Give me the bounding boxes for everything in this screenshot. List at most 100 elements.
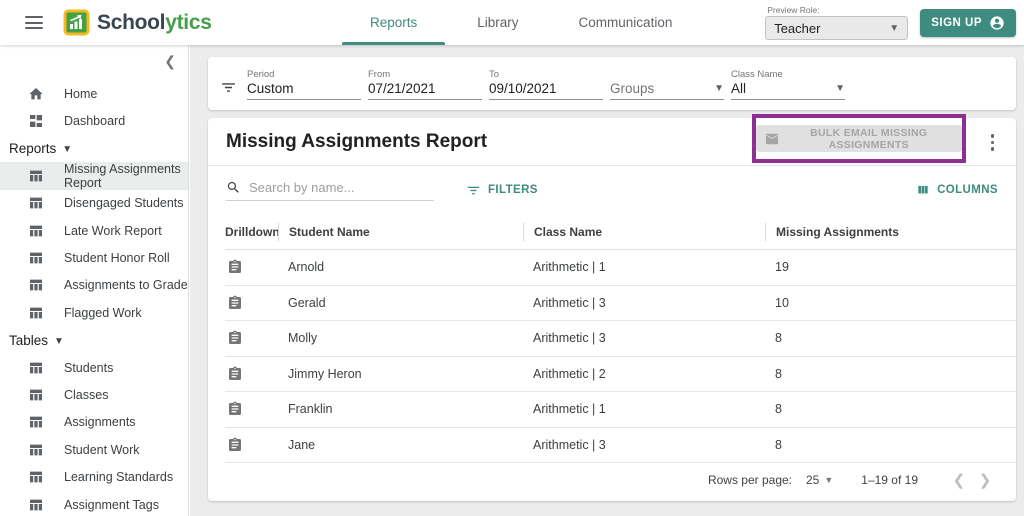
sidebar-section-reports[interactable]: Reports ▼ [0, 135, 188, 162]
assignment-icon [229, 259, 241, 274]
more-options-icon[interactable] [989, 132, 997, 153]
columns-icon [918, 185, 928, 194]
missing-count-cell: 8 [775, 331, 782, 346]
preview-role-label: Preview Role: [767, 5, 820, 15]
from-value: 07/21/2021 [368, 81, 436, 96]
missing-count-cell: 8 [775, 366, 782, 381]
sidebar-item-label: Missing Assignments Report [64, 161, 181, 190]
drilldown-cell[interactable] [225, 330, 278, 346]
sidebar-section-tables[interactable]: Tables ▼ [0, 327, 188, 354]
to-label: To [489, 69, 500, 80]
top-header: Schoolytics Reports Library Communicatio… [0, 0, 1024, 45]
main-nav: Reports Library Communication [340, 0, 702, 45]
preview-role-select[interactable]: Teacher ▼ [765, 16, 909, 40]
rows-per-page-value: 25 [806, 472, 820, 487]
sidebar-item-label: Dashboard [64, 114, 126, 129]
next-page-icon[interactable]: ❯ [972, 471, 998, 489]
tab-library[interactable]: Library [447, 0, 548, 45]
student-name-cell: Jimmy Heron [288, 366, 362, 381]
student-name-cell: Gerald [288, 295, 326, 310]
sidebar-item-learning-standards[interactable]: Learning Standards [0, 463, 188, 490]
table-icon [30, 307, 42, 319]
period-field[interactable]: Period Custom [247, 67, 361, 100]
app-root: Schoolytics Reports Library Communicatio… [0, 0, 1024, 516]
search-input[interactable] [249, 179, 419, 195]
drilldown-cell[interactable] [225, 366, 278, 382]
report-card: Missing Assignments Report BULK EMAIL MI… [208, 114, 1016, 501]
drilldown-cell[interactable] [225, 437, 278, 453]
columns-button[interactable]: COLUMNS [916, 183, 998, 197]
sidebar-item-disengaged-students[interactable]: Disengaged Students [0, 190, 188, 217]
bulk-email-button[interactable]: BULK EMAIL MISSING ASSIGNMENTS [756, 125, 962, 152]
period-label: Period [247, 69, 275, 80]
sidebar-item-flagged-work[interactable]: Flagged Work [0, 299, 188, 326]
student-name-cell: Franklin [288, 402, 333, 417]
sign-up-button[interactable]: SIGN UP [920, 9, 1016, 37]
sign-up-label: SIGN UP [931, 17, 982, 29]
table-row: Arnold Arithmetic | 1 19 [225, 250, 1016, 286]
caret-down-icon: ▼ [54, 335, 64, 347]
table-icon [30, 197, 42, 209]
class-name-cell: Arithmetic | 2 [533, 366, 606, 381]
sidebar-item-assignments-to-grade[interactable]: Assignments to Grade [0, 272, 188, 299]
student-name-cell: Jane [288, 437, 316, 452]
preview-role-group: Preview Role: Teacher ▼ [765, 5, 909, 40]
table-icon [30, 362, 42, 373]
annotation-highlight-box: BULK EMAIL MISSING ASSIGNMENTS [752, 114, 966, 163]
class-name-label: Class Name [731, 69, 783, 80]
sidebar-item-label: Flagged Work [64, 305, 142, 320]
sidebar-item-late-work-report[interactable]: Late Work Report [0, 217, 188, 244]
tab-communication[interactable]: Communication [549, 0, 703, 45]
table-icon [30, 389, 42, 401]
hamburger-menu-icon[interactable] [25, 16, 43, 29]
drilldown-cell[interactable] [225, 295, 278, 311]
table-toolbar: FILTERS COLUMNS [208, 166, 1016, 214]
chevron-down-icon: ▼ [714, 83, 724, 94]
sidebar-item-students[interactable]: Students [0, 354, 188, 381]
sidebar-item-label: Disengaged Students [64, 196, 184, 211]
class-name-cell: Arithmetic | 3 [533, 331, 606, 346]
sidebar-item-assignments[interactable]: Assignments [0, 409, 188, 436]
table-row: Jimmy Heron Arithmetic | 2 8 [225, 357, 1016, 392]
table-row: Molly Arithmetic | 3 8 [225, 321, 1016, 357]
rows-per-page-label: Rows per page: [707, 472, 792, 487]
missing-count-cell: 8 [775, 437, 782, 452]
previous-page-icon[interactable]: ❮ [946, 471, 972, 489]
date-from-field[interactable]: From 07/21/2021 [368, 67, 482, 100]
sidebar-item-home[interactable]: Home [0, 80, 188, 107]
filter-list-icon [467, 186, 480, 194]
assignment-icon [229, 366, 241, 380]
sidebar-collapse-icon[interactable]: ❮ [164, 54, 176, 68]
groups-select[interactable]: Groups ▼ [610, 67, 724, 100]
tab-reports[interactable]: Reports [340, 0, 447, 45]
table-icon [30, 170, 42, 182]
sidebar-item-student-honor-roll[interactable]: Student Honor Roll [0, 244, 188, 271]
preview-role-value: Teacher [774, 20, 821, 36]
chevron-down-icon: ▼ [824, 474, 834, 485]
class-name-select[interactable]: Class Name All ▼ [731, 67, 845, 100]
logo-icon [63, 9, 90, 36]
page-title: Missing Assignments Report [226, 130, 488, 152]
sidebar-item-classes[interactable]: Classes [0, 381, 188, 408]
sidebar-item-dashboard[interactable]: Dashboard [0, 107, 188, 134]
col-header-class-name: Class Name [523, 222, 765, 241]
date-to-field[interactable]: To 09/10/2021 [489, 67, 603, 100]
sidebar-item-assignment-tags[interactable]: Assignment Tags [0, 491, 188, 516]
sidebar: ❮ Home Dashboard Reports ▼ Missing Assig… [0, 45, 189, 516]
drilldown-cell[interactable] [225, 259, 278, 275]
groups-placeholder: Groups [610, 81, 655, 96]
sidebar-item-label: Learning Standards [64, 470, 174, 485]
sidebar-item-student-work[interactable]: Student Work [0, 436, 188, 463]
app-logo[interactable]: Schoolytics [63, 9, 212, 36]
data-table: Drilldown Student Name Class Name Missin… [208, 214, 1016, 463]
rows-per-page-select[interactable]: 25 ▼ [806, 473, 833, 487]
assignment-icon [229, 401, 241, 416]
col-header-drilldown: Drilldown [225, 224, 280, 239]
drilldown-cell[interactable] [225, 401, 278, 417]
sidebar-item-label: Students [64, 360, 114, 375]
missing-count-cell: 19 [775, 260, 789, 275]
sidebar-item-missing-assignments-report[interactable]: Missing Assignments Report [0, 161, 188, 190]
table-icon [30, 471, 42, 483]
filters-button[interactable]: FILTERS [466, 183, 538, 198]
report-header: Missing Assignments Report BULK EMAIL MI… [208, 114, 1016, 166]
